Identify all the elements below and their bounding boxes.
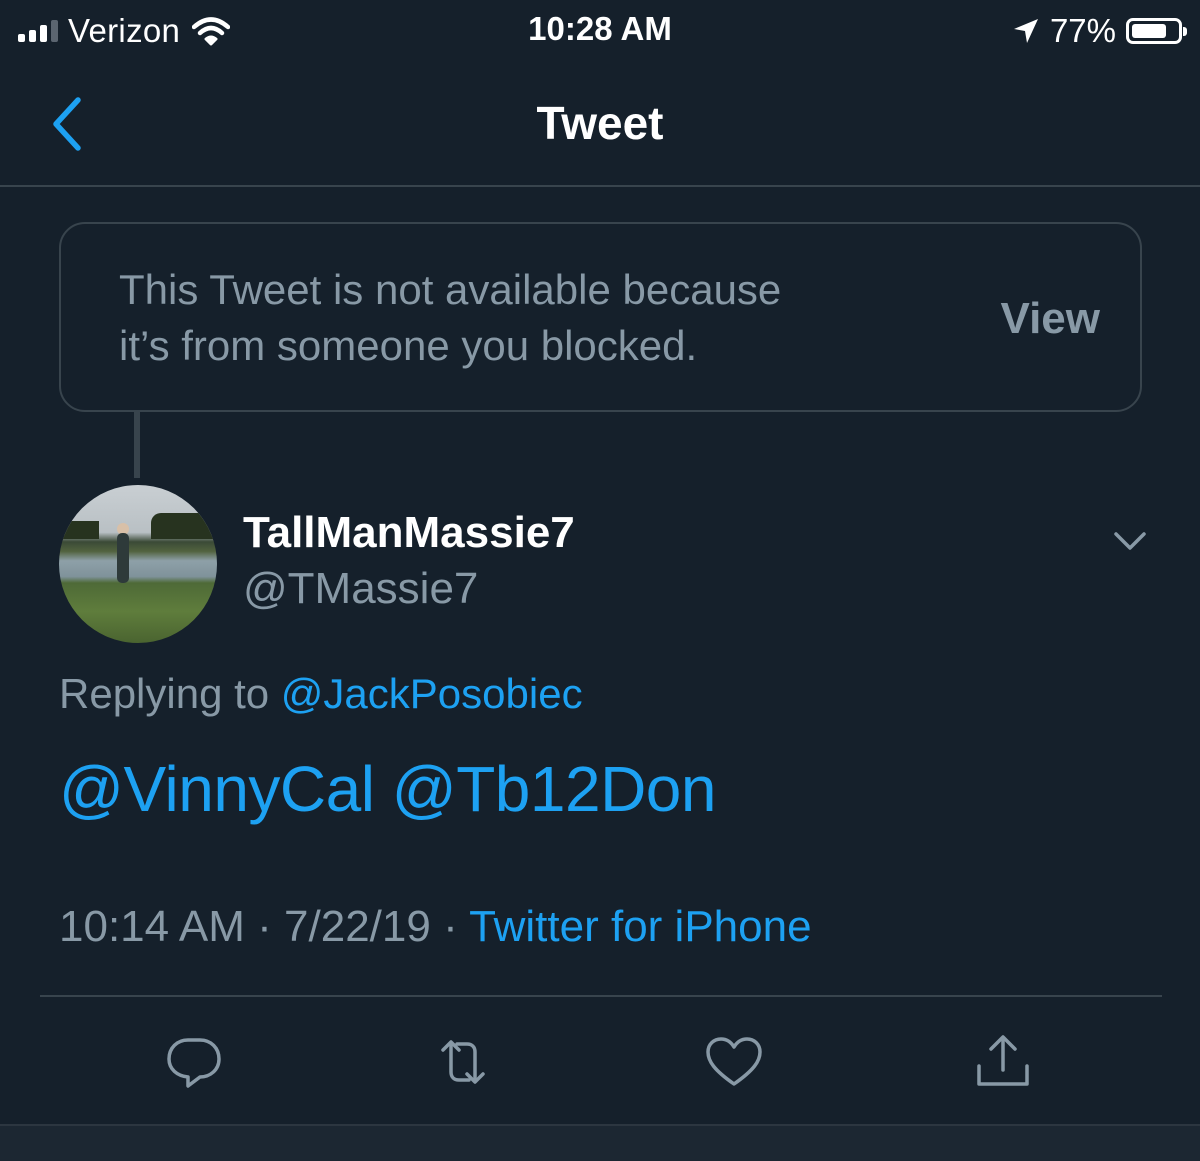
unavailable-line-2: it’s from someone you blocked. bbox=[119, 322, 698, 369]
mention-link[interactable]: @VinnyCal bbox=[59, 753, 375, 825]
battery-fill bbox=[1132, 24, 1166, 38]
battery-percentage: 77% bbox=[1049, 12, 1116, 49]
replying-prefix: Replying to bbox=[59, 670, 270, 717]
chevron-down-icon bbox=[1114, 532, 1146, 550]
replying-to-line: Replying to @JackPosobiec bbox=[59, 670, 583, 718]
tweet-options-button[interactable] bbox=[1108, 522, 1152, 558]
actions-divider bbox=[40, 995, 1162, 997]
battery-icon bbox=[1126, 18, 1187, 44]
right-status-group: 77% bbox=[1012, 12, 1187, 50]
share-icon bbox=[977, 1035, 1029, 1086]
avatar[interactable] bbox=[59, 485, 217, 643]
unavailable-line-1: This Tweet is not available because bbox=[119, 266, 782, 313]
tweet-text: @VinnyCal @Tb12Don bbox=[59, 752, 716, 826]
replying-to-link[interactable]: @JackPosobiec bbox=[281, 670, 583, 717]
like-icon bbox=[706, 1037, 762, 1086]
tweet-meta: 10:14 AM · 7/22/19 · Twitter for iPhone bbox=[59, 902, 812, 952]
reply-button[interactable] bbox=[162, 1030, 226, 1094]
status-bar: Verizon 10:28 AM 77% bbox=[0, 0, 1200, 62]
tab-bar bbox=[0, 1124, 1200, 1161]
display-name[interactable]: TallManMassie7 bbox=[243, 508, 575, 558]
reply-icon bbox=[167, 1038, 221, 1088]
unavailable-tweet-card: This Tweet is not available because it’s… bbox=[59, 222, 1142, 412]
share-button[interactable] bbox=[971, 1030, 1035, 1094]
view-button[interactable]: View bbox=[1001, 294, 1100, 344]
unavailable-message: This Tweet is not available because it’s… bbox=[119, 262, 919, 374]
retweet-icon bbox=[441, 1040, 485, 1084]
page-title: Tweet bbox=[536, 97, 664, 149]
meta-separator: · bbox=[443, 902, 458, 951]
user-handle[interactable]: @TMassie7 bbox=[243, 564, 478, 614]
retweet-button[interactable] bbox=[431, 1030, 495, 1094]
mention-link[interactable]: @Tb12Don bbox=[392, 753, 717, 825]
meta-separator: · bbox=[257, 902, 272, 951]
header-divider bbox=[0, 185, 1200, 187]
tweet-time: 10:14 AM bbox=[59, 902, 245, 951]
thread-connector bbox=[134, 412, 140, 478]
tweet-source-link[interactable]: Twitter for iPhone bbox=[469, 902, 811, 951]
tweet-date: 7/22/19 bbox=[284, 902, 431, 951]
like-button[interactable] bbox=[702, 1030, 766, 1094]
location-arrow-icon bbox=[1013, 19, 1038, 43]
